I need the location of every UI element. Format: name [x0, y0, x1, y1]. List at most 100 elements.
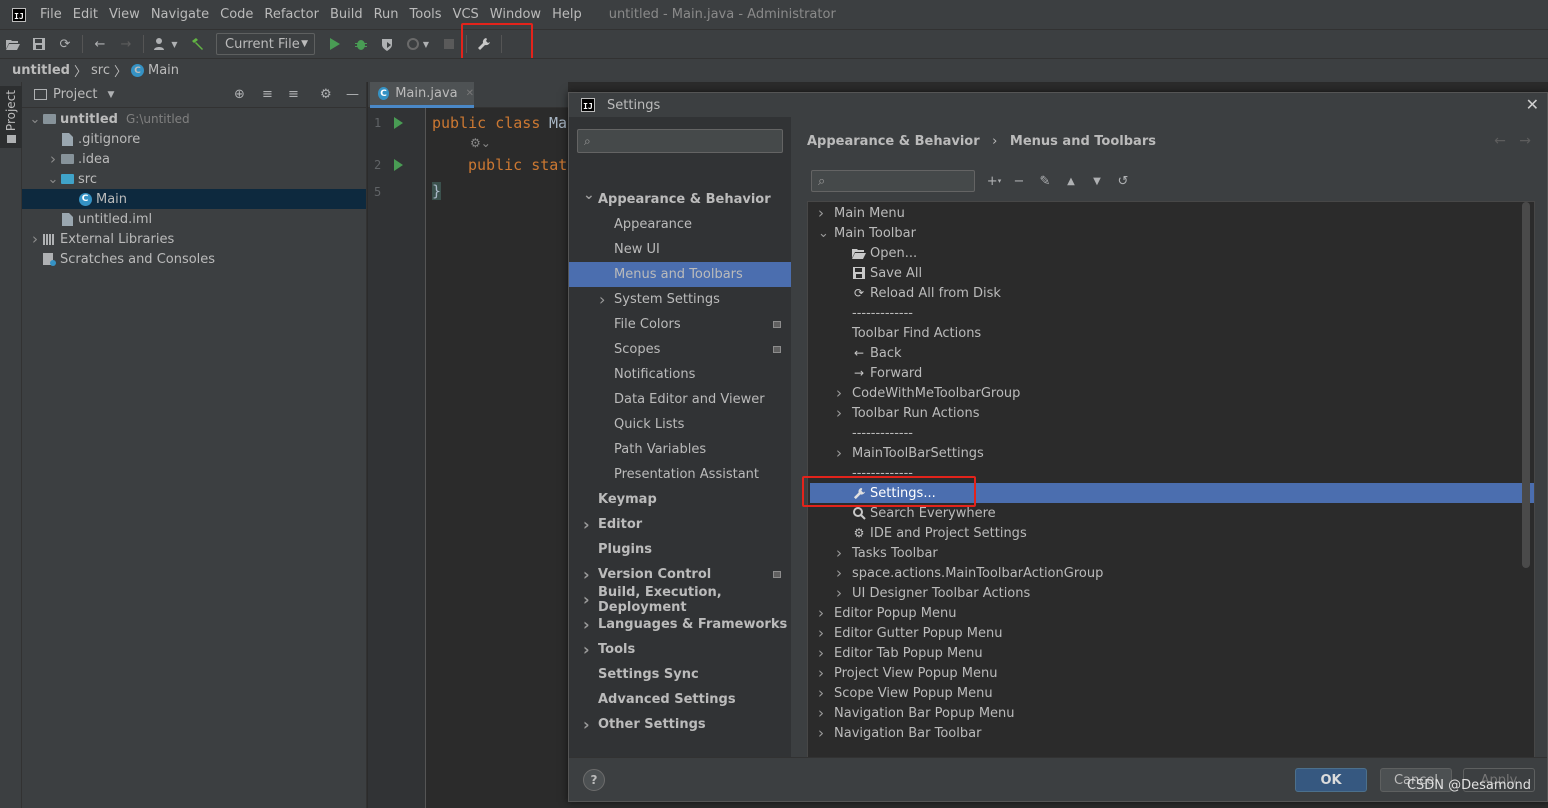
- user-dropdown-icon[interactable]: ▼: [151, 34, 181, 54]
- settings-nav-file-colors[interactable]: File Colors: [569, 312, 791, 337]
- chevron-right-icon[interactable]: ›: [583, 565, 590, 584]
- move-up-icon[interactable]: ▲: [1062, 171, 1080, 191]
- chevron-right-icon[interactable]: ›: [818, 724, 828, 742]
- chevron-right-icon[interactable]: ›: [818, 684, 828, 702]
- project-tree-row[interactable]: ⌄ untitled G:\untitled: [22, 109, 366, 129]
- run-configuration-dropdown[interactable]: Current File ▼: [216, 33, 315, 55]
- settings-nav-notifications[interactable]: Notifications: [569, 362, 791, 387]
- settings-nav-appearance-behavior[interactable]: ⌄ Appearance & Behavior: [569, 187, 791, 212]
- settings-search-input[interactable]: ⌕: [577, 129, 783, 153]
- project-tree-row[interactable]: ⌄ src: [22, 169, 366, 189]
- tree-item-editor-tab-popup-menu[interactable]: › Editor Tab Popup Menu: [808, 643, 1518, 663]
- back-arrow-icon[interactable]: ←: [90, 34, 110, 54]
- chevron-down-icon[interactable]: ▼: [107, 90, 114, 100]
- chevron-right-icon[interactable]: ›: [836, 404, 846, 422]
- breadcrumb-project[interactable]: untitled: [12, 63, 70, 78]
- tree-item-scope-view-popup-menu[interactable]: › Scope View Popup Menu: [808, 683, 1518, 703]
- move-down-icon[interactable]: ▼: [1088, 171, 1106, 191]
- help-button[interactable]: ?: [583, 769, 605, 791]
- tree-item-reload-all-from-disk[interactable]: ⟳ Reload All from Disk: [808, 283, 1518, 303]
- chevron-right-icon[interactable]: ›: [583, 515, 590, 534]
- project-tree-row[interactable]: › External Libraries: [22, 229, 366, 249]
- menu-window[interactable]: Window: [486, 7, 545, 22]
- settings-nav-quick-lists[interactable]: Quick Lists: [569, 412, 791, 437]
- chevron-right-icon[interactable]: ›: [599, 290, 605, 309]
- chevron-right-icon[interactable]: ›: [836, 564, 846, 582]
- chevron-right-icon[interactable]: ›: [583, 590, 590, 609]
- settings-nav-system-settings[interactable]: › System Settings: [569, 287, 791, 312]
- tree-item-open[interactable]: Open...: [808, 243, 1518, 263]
- collapse-all-icon[interactable]: ≡: [288, 87, 299, 102]
- tree-item-ui-designer-toolbar-actions[interactable]: › UI Designer Toolbar Actions: [808, 583, 1518, 603]
- chevron-right-icon[interactable]: ›: [818, 644, 828, 662]
- settings-nav-scopes[interactable]: Scopes: [569, 337, 791, 362]
- tree-item-separator[interactable]: -------------: [808, 303, 1518, 323]
- project-tree-row[interactable]: C Main: [22, 189, 366, 209]
- tree-item-navigation-bar-popup-menu[interactable]: › Navigation Bar Popup Menu: [808, 703, 1518, 723]
- settings-nav-build-execution-deployment[interactable]: › Build, Execution, Deployment: [569, 585, 791, 615]
- close-icon[interactable]: ✕: [1526, 95, 1539, 114]
- settings-nav-appearance[interactable]: Appearance: [569, 212, 791, 237]
- chevron-right-icon[interactable]: ›: [818, 704, 828, 722]
- chevron-right-icon[interactable]: ›: [583, 715, 590, 734]
- menu-vcs[interactable]: VCS: [449, 7, 483, 22]
- editor-tab-main-java[interactable]: C Main.java ✕: [370, 82, 474, 108]
- edit-pencil-icon[interactable]: ✎: [1036, 171, 1054, 191]
- tree-item-space-actions-maintoolbaractiongroup[interactable]: › space.actions.MainToolbarActionGroup: [808, 563, 1518, 583]
- breadcrumb-parent[interactable]: Appearance & Behavior: [807, 134, 980, 149]
- chevron-right-icon[interactable]: ›: [818, 624, 828, 642]
- ok-button[interactable]: OK: [1295, 768, 1367, 792]
- actions-search-input[interactable]: ⌕: [811, 170, 975, 192]
- tree-item-toolbar-run-actions[interactable]: › Toolbar Run Actions: [808, 403, 1518, 423]
- tree-item-separator[interactable]: -------------: [808, 423, 1518, 443]
- tree-item-main-toolbar[interactable]: ⌄ Main Toolbar: [808, 223, 1518, 243]
- chevron-right-icon[interactable]: ›: [818, 204, 828, 222]
- expand-all-icon[interactable]: ≡: [262, 87, 273, 102]
- tree-item-back[interactable]: ← Back: [808, 343, 1518, 363]
- chevron-down-icon[interactable]: ⌄: [46, 172, 60, 187]
- tree-item-project-view-popup-menu[interactable]: › Project View Popup Menu: [808, 663, 1518, 683]
- menu-file[interactable]: File: [36, 7, 66, 22]
- tree-item-ide-and-project-settings[interactable]: ⚙ IDE and Project Settings: [808, 523, 1518, 543]
- settings-nav-new-ui[interactable]: New UI: [569, 237, 791, 262]
- run-gutter-icon[interactable]: [394, 117, 403, 129]
- tree-item-editor-popup-menu[interactable]: › Editor Popup Menu: [808, 603, 1518, 623]
- project-tree-row[interactable]: Scratches and Consoles: [22, 249, 366, 269]
- hide-panel-icon[interactable]: —: [346, 87, 359, 102]
- settings-nav-advanced-settings[interactable]: Advanced Settings: [569, 687, 791, 712]
- tree-item-main-menu[interactable]: › Main Menu: [808, 203, 1518, 223]
- tree-scrollbar[interactable]: [1522, 202, 1530, 568]
- breadcrumb-main[interactable]: Main: [148, 63, 179, 78]
- menu-tools[interactable]: Tools: [406, 7, 446, 22]
- coverage-icon[interactable]: [377, 34, 397, 54]
- code-editor[interactable]: public class Ma ⚙⌄ public stat }: [426, 108, 568, 808]
- settings-nav-settings-sync[interactable]: Settings Sync: [569, 662, 791, 687]
- settings-nav-path-variables[interactable]: Path Variables: [569, 437, 791, 462]
- settings-nav-keymap[interactable]: Keymap: [569, 487, 791, 512]
- chevron-right-icon[interactable]: ›: [28, 230, 42, 248]
- add-icon[interactable]: + ▾: [985, 171, 1003, 191]
- tree-item-editor-gutter-popup-menu[interactable]: › Editor Gutter Popup Menu: [808, 623, 1518, 643]
- run-gutter-icon[interactable]: [394, 159, 403, 171]
- locate-icon[interactable]: ⊕: [234, 87, 245, 102]
- chevron-down-icon[interactable]: ⌄: [583, 187, 595, 203]
- tree-item-codewithmetoolbargroup[interactable]: › CodeWithMeToolbarGroup: [808, 383, 1518, 403]
- project-tool-window-tab[interactable]: Project: [0, 86, 22, 148]
- chevron-right-icon[interactable]: ›: [818, 604, 828, 622]
- settings-nav-other-settings[interactable]: › Other Settings: [569, 712, 791, 737]
- menu-view[interactable]: View: [105, 7, 144, 22]
- tree-item-toolbar-find-actions[interactable]: Toolbar Find Actions: [808, 323, 1518, 343]
- tree-item-forward[interactable]: → Forward: [808, 363, 1518, 383]
- project-panel-title[interactable]: Project: [53, 87, 97, 102]
- project-tree-row[interactable]: untitled.iml: [22, 209, 366, 229]
- tree-item-save-all[interactable]: Save All: [808, 263, 1518, 283]
- tree-item-maintoolbarsettings[interactable]: › MainToolBarSettings: [808, 443, 1518, 463]
- debug-bug-icon[interactable]: [351, 34, 371, 54]
- project-tree-row[interactable]: .gitignore: [22, 129, 366, 149]
- breadcrumb-src[interactable]: src: [91, 63, 110, 78]
- settings-nav-editor[interactable]: › Editor: [569, 512, 791, 537]
- chevron-right-icon[interactable]: ›: [836, 444, 846, 462]
- open-folder-icon[interactable]: [3, 34, 23, 54]
- remove-icon[interactable]: −: [1010, 171, 1028, 191]
- chevron-right-icon[interactable]: ›: [836, 384, 846, 402]
